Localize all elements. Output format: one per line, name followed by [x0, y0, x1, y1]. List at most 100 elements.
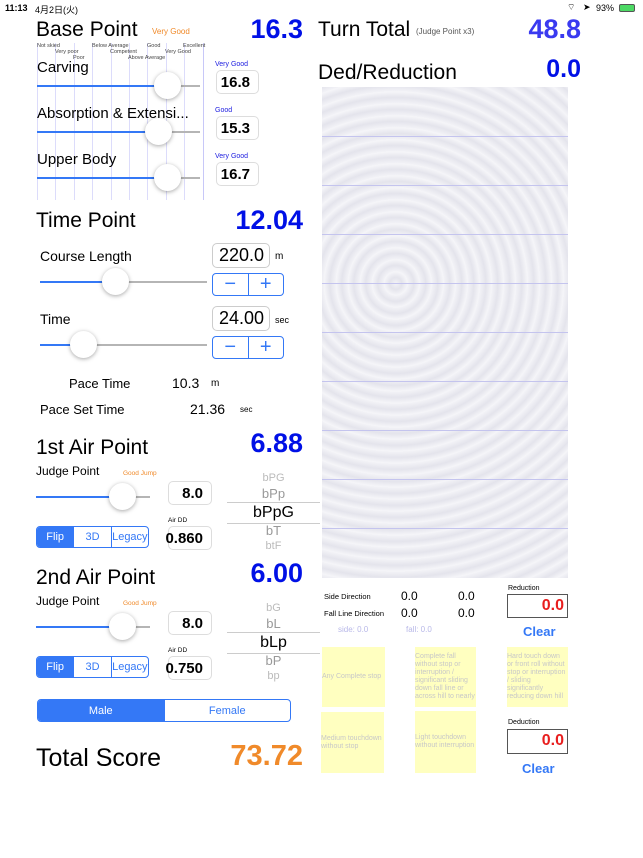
slider-thumb[interactable]	[154, 164, 182, 191]
total-score-label: Total Score	[36, 744, 162, 772]
carving-value-field[interactable]: 16.8	[216, 70, 259, 94]
minus-button[interactable]: −	[213, 274, 249, 295]
air-title: 1st Air Point	[36, 436, 149, 459]
judge-point-slider[interactable]	[36, 483, 150, 510]
slider-thumb[interactable]	[108, 483, 136, 510]
course-length-label: Course Length	[40, 248, 132, 264]
trick-picker[interactable]: bPG bPp bPpG bT btF	[227, 470, 320, 552]
slider-thumb[interactable]	[108, 613, 136, 640]
picker-option[interactable]: bPG	[227, 472, 320, 484]
slider-thumb[interactable]	[102, 268, 130, 295]
time-slider[interactable]	[40, 331, 207, 358]
status-date: 4月2日(火)	[35, 5, 79, 15]
plus-button[interactable]: +	[249, 337, 284, 358]
plus-button[interactable]: +	[249, 274, 284, 295]
deduction-clear-button[interactable]: Clear	[522, 761, 555, 776]
time-label: Time	[40, 311, 71, 327]
reduction-label: Reduction	[508, 585, 540, 592]
scale-label: Very Good	[165, 49, 191, 55]
picker-selected-option[interactable]: bPpG	[227, 504, 320, 522]
side-direction-value-2: 0.0	[458, 589, 475, 603]
ded-reduction-value: 0.0	[546, 55, 581, 83]
air-point-value: 6.00	[250, 558, 303, 588]
deduction-label: Deduction	[508, 719, 540, 726]
side-direction-label: Side Direction	[324, 592, 371, 601]
pace-set-time-value: 21.36	[190, 401, 226, 417]
pace-time-unit: m	[211, 378, 220, 389]
reduction-field[interactable]: 0.0	[507, 594, 568, 618]
judge-point-slider[interactable]	[36, 613, 150, 640]
course-length-field[interactable]: 220.0	[212, 243, 270, 268]
course-gridline	[322, 136, 568, 137]
scale-label: Above Average	[128, 55, 166, 61]
base-point-value: 16.3	[250, 14, 303, 44]
slider-thumb[interactable]	[144, 118, 172, 145]
scale-tick	[202, 43, 204, 200]
picker-option[interactable]: bG	[227, 602, 320, 614]
battery-percent: 93%	[596, 3, 615, 13]
deduction-hard-touchdown[interactable]: Hard touch down or front roll without st…	[507, 647, 568, 707]
mogul-course-grid[interactable]	[322, 87, 568, 578]
deduction-light-touchdown[interactable]: Light touchdown without interruption	[415, 711, 476, 773]
deduction-any-complete-stop[interactable]: Any Complete stop	[322, 647, 385, 707]
slider-thumb[interactable]	[70, 331, 98, 358]
upper-body-label: Upper Body	[37, 151, 117, 168]
air-dd-field[interactable]: 0.750	[165, 656, 212, 680]
picker-selected-option[interactable]: bLp	[227, 634, 320, 652]
base-point-title: Base Point	[36, 18, 138, 41]
scale-label: Good	[147, 43, 161, 49]
segment-legacy[interactable]: Legacy	[110, 657, 148, 677]
upper-body-slider[interactable]	[37, 164, 200, 191]
picker-option[interactable]: bP	[227, 653, 320, 668]
judge-point-label: Judge Point	[36, 464, 100, 478]
air-type-segmented-control[interactable]: Flip 3D Legacy	[36, 656, 149, 678]
deduction-medium-touchdown[interactable]: Medium touchdown without stop	[321, 712, 384, 773]
trick-picker[interactable]: bG bL bLp bP bp	[227, 600, 320, 682]
picker-option[interactable]: bp	[227, 670, 320, 682]
minus-button[interactable]: −	[213, 337, 249, 358]
deduction-complete-fall[interactable]: Complete fall without stop or interrupti…	[415, 647, 476, 707]
pace-set-time-label: Pace Set Time	[40, 402, 125, 417]
segment-flip[interactable]: Flip	[37, 657, 74, 677]
turn-total-note: (Judge Point x3)	[416, 27, 475, 36]
judge-point-field[interactable]: 8.0	[168, 481, 212, 505]
absorption-slider[interactable]	[37, 118, 200, 145]
picker-option[interactable]: bL	[227, 616, 320, 631]
course-length-stepper[interactable]: − +	[212, 273, 284, 296]
air-dd-label: Air DD	[168, 517, 188, 524]
time-field[interactable]: 24.00	[212, 306, 270, 331]
course-gridline	[322, 479, 568, 480]
time-stepper[interactable]: − +	[212, 336, 284, 359]
course-length-slider[interactable]	[40, 268, 207, 295]
pace-time-label: Pace Time	[69, 376, 131, 391]
slider-thumb[interactable]	[154, 72, 182, 99]
scale-label: Excellent	[183, 43, 206, 49]
course-gridline	[322, 185, 568, 186]
picker-option[interactable]: bT	[227, 523, 320, 538]
upper-body-value-field[interactable]: 16.7	[216, 162, 259, 186]
total-score-value: 73.72	[230, 740, 303, 772]
reduction-clear-button[interactable]: Clear	[523, 624, 556, 639]
location-icon: ➤	[583, 2, 591, 12]
air-dd-label: Air DD	[168, 647, 188, 654]
gender-female[interactable]: Female	[163, 700, 291, 721]
segment-3d[interactable]: 3D	[73, 527, 110, 547]
air-dd-field[interactable]: 0.860	[165, 526, 212, 550]
picker-option[interactable]: bPp	[227, 486, 320, 501]
wifi-icon: ⌔	[567, 2, 576, 12]
segment-legacy[interactable]: Legacy	[110, 527, 148, 547]
gender-male[interactable]: Male	[38, 700, 164, 721]
judge-rating: Good Jump	[123, 470, 157, 477]
judge-point-field[interactable]: 8.0	[168, 611, 212, 635]
segment-flip[interactable]: Flip	[37, 527, 74, 547]
status-time: 11:13	[5, 3, 28, 13]
segment-3d[interactable]: 3D	[73, 657, 110, 677]
absorption-value-field[interactable]: 15.3	[216, 116, 259, 140]
picker-option[interactable]: btF	[227, 540, 320, 552]
side-summary: side: 0.0	[338, 625, 369, 634]
carving-slider[interactable]	[37, 72, 200, 99]
absorption-rating: Good	[215, 107, 233, 114]
air-type-segmented-control[interactable]: Flip 3D Legacy	[36, 526, 149, 548]
gender-segmented-control[interactable]: Male Female	[37, 699, 291, 722]
deduction-field[interactable]: 0.0	[507, 729, 568, 754]
